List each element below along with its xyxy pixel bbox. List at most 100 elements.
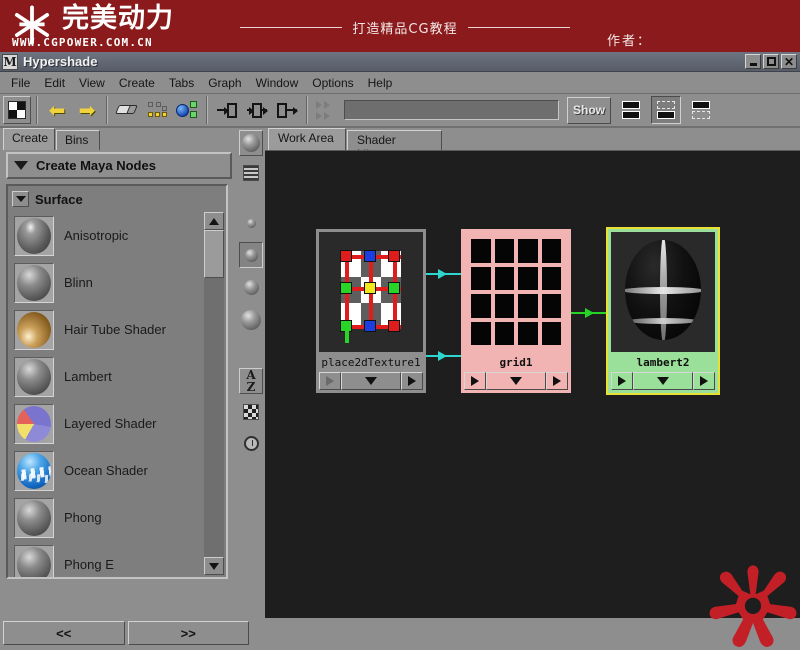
graph-canvas[interactable]: place2dTexture1 grid1 lambert2 <box>265 150 800 636</box>
menu-tabs[interactable]: Tabs <box>162 75 201 91</box>
sort-by-time-icon[interactable] <box>239 430 263 456</box>
menu-window[interactable]: Window <box>249 75 306 91</box>
scroll-down-button[interactable] <box>204 557 224 575</box>
maximize-button[interactable] <box>763 54 779 69</box>
toolbar-separator <box>106 96 108 124</box>
node-name-label: grid1 <box>499 355 533 369</box>
node-expand-button[interactable] <box>486 372 546 390</box>
graph-dots-icon[interactable] <box>143 96 171 124</box>
node-output-button[interactable] <box>693 372 715 390</box>
group-surface[interactable]: Surface <box>8 186 226 212</box>
node-input-button[interactable] <box>464 372 486 390</box>
connection-grid-to-lambert <box>571 308 611 318</box>
chevron-down-icon <box>14 161 28 170</box>
banner-slogan-group: 打造精品CG教程 <box>240 18 570 37</box>
layout-top-only-button[interactable] <box>686 96 716 124</box>
group-collapse-icon[interactable] <box>12 191 29 207</box>
node-lambert2[interactable]: lambert2 <box>606 227 720 395</box>
menu-graph[interactable]: Graph <box>201 75 248 91</box>
node-place2dtexture1[interactable]: place2dTexture1 <box>316 229 426 393</box>
forward-button[interactable]: ➡ <box>73 96 101 124</box>
place2d-texture-preview <box>335 245 407 343</box>
site-banner: 完美动力 WWW.CGPOWER.COM.CN 打造精品CG教程 作者： <box>0 0 800 52</box>
banner-rule-left <box>240 27 343 28</box>
list-item[interactable]: Ocean Shader <box>12 447 205 494</box>
back-button[interactable]: ⬅ <box>43 96 71 124</box>
layout-bottom-only-button[interactable] <box>651 96 681 124</box>
surface-node-list: Anisotropic Blinn Hair Tube Shader Lambe… <box>12 212 205 577</box>
node-name-label: place2dTexture1 <box>321 355 421 369</box>
list-item[interactable]: Hair Tube Shader <box>12 306 205 353</box>
tab-create[interactable]: Create <box>3 128 55 150</box>
node-expand-button[interactable] <box>633 372 693 390</box>
list-item[interactable]: Layered Shader <box>12 400 205 447</box>
list-item[interactable]: Phong E <box>12 541 205 577</box>
checker-toggle-icon[interactable] <box>3 96 31 124</box>
swatch-hair-tube-shader <box>14 309 54 350</box>
window-titlebar[interactable]: M Hypershade ✕ <box>0 52 800 72</box>
sort-by-type-icon[interactable] <box>239 399 263 425</box>
banner-author-label: 作者： <box>607 34 653 49</box>
node-thumbnail-grid1 <box>464 232 568 352</box>
tab-work-area[interactable]: Work Area <box>268 128 346 150</box>
node-output-button[interactable] <box>546 372 568 390</box>
node-output-button[interactable] <box>401 372 423 390</box>
tab-shader-library[interactable]: Shader Library <box>347 130 442 161</box>
node-controls <box>611 372 715 390</box>
menubar: File Edit View Create Tabs Graph Window … <box>0 72 800 94</box>
list-item[interactable]: Phong <box>12 494 205 541</box>
large-swatch-view-icon[interactable] <box>239 130 263 156</box>
node-list-scrollbar[interactable] <box>204 212 224 575</box>
work-area-tabs: Work Area Shader Library <box>265 128 800 161</box>
swatch-phong-e <box>14 544 54 577</box>
menu-edit[interactable]: Edit <box>37 75 72 91</box>
show-button[interactable]: Show <box>567 96 611 124</box>
create-panel: Create Bins Create Maya Nodes Surface An… <box>0 128 238 636</box>
list-item[interactable]: Lambert <box>12 353 205 400</box>
eraser-icon[interactable] <box>113 96 141 124</box>
search-input[interactable] <box>345 102 558 120</box>
node-input-button[interactable] <box>611 372 633 390</box>
node-input-button[interactable] <box>319 372 341 390</box>
menu-create[interactable]: Create <box>112 75 162 91</box>
swatch-size-tiny-icon[interactable] <box>239 210 263 236</box>
prev-page-button[interactable]: << <box>3 621 125 645</box>
list-item[interactable]: Anisotropic <box>12 212 205 259</box>
input-output-connections-button[interactable] <box>243 96 271 124</box>
tab-bins[interactable]: Bins <box>56 130 100 150</box>
swatch-blinn <box>14 262 54 303</box>
menu-options[interactable]: Options <box>305 75 360 91</box>
banner-brand-cn: 完美动力 <box>62 3 174 34</box>
node-grid1[interactable]: grid1 <box>461 229 571 393</box>
create-maya-nodes-header[interactable]: Create Maya Nodes <box>6 152 232 179</box>
list-item[interactable]: Blinn <box>12 259 205 306</box>
toolbar-separator <box>206 96 208 124</box>
input-connections-button[interactable] <box>213 96 241 124</box>
swatch-size-medium-icon[interactable] <box>239 274 263 300</box>
list-view-icon[interactable] <box>239 160 263 186</box>
search-filter-field[interactable] <box>344 100 559 120</box>
menu-file[interactable]: File <box>4 75 37 91</box>
create-panel-tabs: Create Bins <box>3 128 238 150</box>
swatch-size-small-icon[interactable] <box>239 242 263 268</box>
node-expand-button[interactable] <box>341 372 401 390</box>
hypershade-window: M Hypershade ✕ File Edit View Create Tab… <box>0 52 800 650</box>
close-button[interactable]: ✕ <box>781 54 797 69</box>
window-controls: ✕ <box>745 54 797 69</box>
node-label: Phong E <box>64 557 114 572</box>
node-controls <box>319 372 423 390</box>
output-connections-button[interactable] <box>273 96 301 124</box>
node-label: Lambert <box>64 369 112 384</box>
swatch-size-large-icon[interactable] <box>239 306 263 334</box>
scrollbar-thumb[interactable] <box>204 230 224 278</box>
node-name-label: lambert2 <box>636 355 690 369</box>
menu-help[interactable]: Help <box>361 75 400 91</box>
next-page-button[interactable]: >> <box>127 621 249 645</box>
minimize-button[interactable] <box>745 54 761 69</box>
layout-two-rows-button[interactable] <box>616 96 646 124</box>
menu-view[interactable]: View <box>72 75 112 91</box>
view-options-strip: AZ <box>238 128 264 636</box>
sort-alphabetical-icon[interactable]: AZ <box>239 368 263 394</box>
scroll-up-button[interactable] <box>204 212 224 230</box>
blue-network-icon[interactable] <box>173 96 201 124</box>
